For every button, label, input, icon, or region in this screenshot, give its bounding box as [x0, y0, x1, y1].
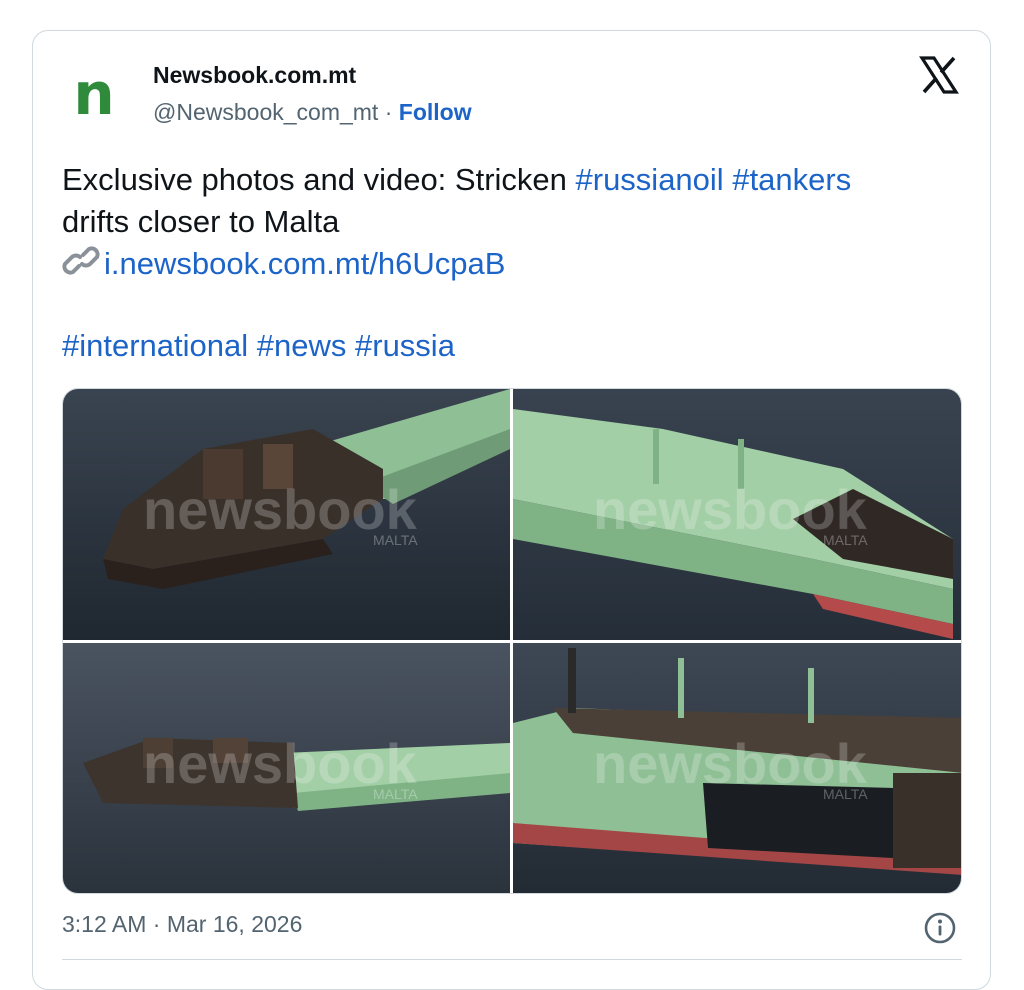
- x-logo-icon[interactable]: [919, 55, 959, 95]
- author-handle[interactable]: @Newsbook_com_mt: [153, 99, 378, 125]
- separator-dot: ·: [384, 99, 393, 125]
- author-handle-row: @Newsbook_com_mt · Follow: [153, 99, 472, 126]
- photo-4[interactable]: newsbook MALTA: [513, 643, 961, 893]
- link-icon: [62, 244, 102, 278]
- tweet-line-2: drifts closer to Malta: [62, 204, 340, 239]
- hashtag-russia[interactable]: #russia: [355, 328, 455, 363]
- tweet-link-row: i.newsbook.com.mt/h6UcpaB: [62, 243, 952, 285]
- photo-3[interactable]: newsbook MALTA: [63, 643, 510, 893]
- divider: [62, 959, 962, 960]
- hashtag-tankers[interactable]: #tankers: [732, 162, 851, 197]
- tweet-text-part: Exclusive photos and video: Stricken: [62, 162, 576, 197]
- hashtag-international[interactable]: #international: [62, 328, 248, 363]
- watermark-sub: MALTA: [823, 786, 868, 802]
- info-icon[interactable]: [923, 911, 957, 945]
- watermark-sub: MALTA: [823, 532, 868, 548]
- tweet-text: Exclusive photos and video: Stricken #ru…: [62, 159, 952, 367]
- media-grid: newsbook MALTA newsbook MALTA newsbook M…: [62, 388, 962, 894]
- photo-2[interactable]: newsbook MALTA: [513, 389, 961, 640]
- tweet-card: n Newsbook.com.mt @Newsbook_com_mt · Fol…: [32, 30, 991, 990]
- tweet-line-1: Exclusive photos and video: Stricken #ru…: [62, 159, 952, 201]
- author-name[interactable]: Newsbook.com.mt: [153, 62, 356, 89]
- watermark-sub: MALTA: [373, 532, 418, 548]
- hashtag-news[interactable]: #news: [257, 328, 347, 363]
- tweet-link[interactable]: i.newsbook.com.mt/h6UcpaB: [104, 246, 505, 281]
- avatar-logo: n: [73, 60, 115, 128]
- tweet-hashtags-row: #international #news #russia: [62, 325, 952, 367]
- avatar[interactable]: n: [62, 65, 126, 129]
- follow-button[interactable]: Follow: [399, 99, 472, 125]
- watermark-sub: MALTA: [373, 786, 418, 802]
- tweet-timestamp[interactable]: 3:12 AM · Mar 16, 2026: [62, 911, 302, 938]
- photo-1[interactable]: newsbook MALTA: [63, 389, 510, 640]
- hashtag-russianoil[interactable]: #russianoil: [576, 162, 724, 197]
